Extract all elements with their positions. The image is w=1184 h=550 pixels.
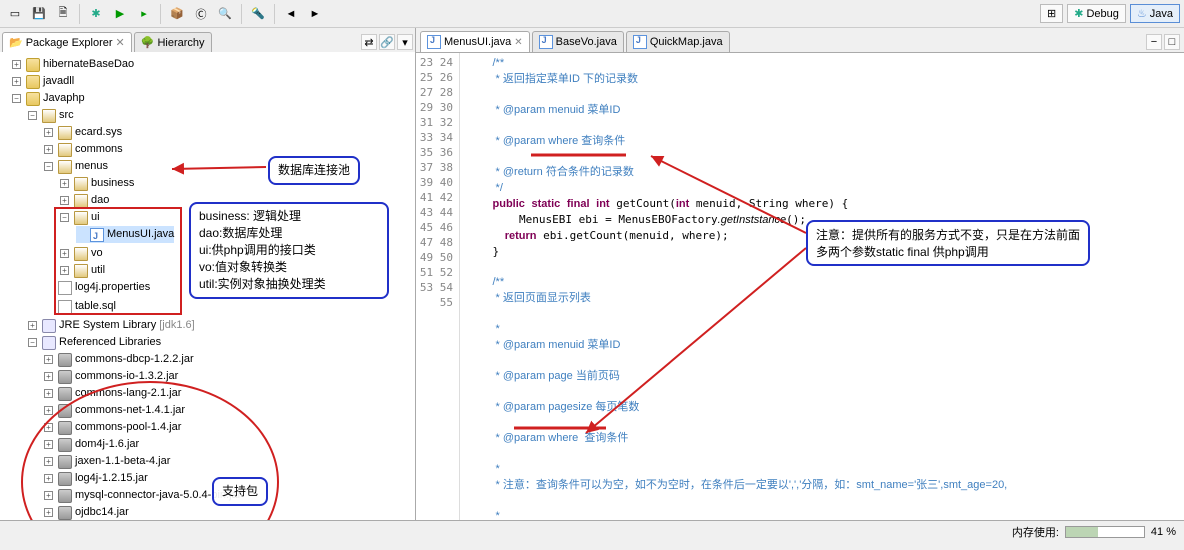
referenced-libraries[interactable]: −Referenced Libraries [28,334,161,351]
open-type-button[interactable]: 🔍 [214,3,236,25]
pkg-commons[interactable]: +commons [44,141,123,158]
package-explorer-tree[interactable]: +hibernateBaseDao +javadll −Javaphp −src… [0,52,415,520]
new-class-button[interactable]: Ⓒ [190,3,212,25]
tab-quickmap[interactable]: QuickMap.java [626,31,730,52]
run-last-button[interactable]: ▸ [133,3,155,25]
jre-library[interactable]: +JRE System Library [jdk1.6] [28,317,195,334]
pkg-ecard-sys[interactable]: +ecard.sys [44,124,122,141]
new-button[interactable]: ▭ [4,3,26,25]
tab-menusui[interactable]: MenusUI.java✕ [420,31,530,52]
save-button[interactable]: 💾 [28,3,50,25]
left-view-tabs: 📂 Package Explorer ✕ 🌳 Hierarchy ⇄ 🔗 ▾ [0,28,415,52]
link-editor-icon[interactable]: 🔗 [379,34,395,50]
main-toolbar: ▭ 💾 🗎 ✱ ▶ ▸ 📦 Ⓒ 🔍 🔦 ◄ ► ⊞ ✱Debug ♨Java [0,0,1184,28]
close-icon[interactable]: ✕ [514,37,522,48]
new-package-button[interactable]: 📦 [166,3,188,25]
tab-hierarchy[interactable]: 🌳 Hierarchy [134,32,212,52]
pkg-vo[interactable]: +vo [60,245,103,262]
tab-package-explorer-label: Package Explorer [26,37,113,49]
perspective-debug-label: Debug [1086,8,1118,20]
project-hibernateBaseDao[interactable]: +hibernateBaseDao [12,56,134,73]
save-all-button[interactable]: 🗎 [52,3,74,25]
heap-indicator[interactable] [1065,526,1145,538]
project-Javaphp[interactable]: −Javaphp [12,90,85,107]
jar-pool[interactable]: +commons-pool-1.4.jar [44,419,181,436]
pkg-util[interactable]: +util [60,262,105,279]
heap-label-prefix: 内存使用: [1012,524,1059,540]
back-button[interactable]: ◄ [280,3,302,25]
jar-io[interactable]: +commons-io-1.3.2.jar [44,368,178,385]
open-perspective-button[interactable]: ⊞ [1040,4,1063,23]
collapse-all-icon[interactable]: ⇄ [361,34,377,50]
file-log4j[interactable]: log4j.properties [44,279,150,296]
debug-button[interactable]: ✱ [85,3,107,25]
jar-net[interactable]: +commons-net-1.4.1.jar [44,402,185,419]
project-javadll[interactable]: +javadll [12,73,74,90]
maximize-icon[interactable]: □ [1164,34,1180,50]
perspective-debug[interactable]: ✱Debug [1067,4,1126,23]
view-menu-icon[interactable]: ▾ [397,34,413,50]
tab-hierarchy-label: Hierarchy [157,37,204,49]
perspective-java[interactable]: ♨Java [1130,4,1180,23]
perspective-java-label: Java [1150,8,1173,20]
jar-dbcp[interactable]: +commons-dbcp-1.2.2.jar [44,351,194,368]
editor-tabs: MenusUI.java✕ BaseVo.java QuickMap.java … [416,28,1184,52]
code-editor[interactable]: /** * 返回指定菜单ID 下的记录数 * @param menuid 菜单I… [460,53,1184,520]
jar-jaxen[interactable]: +jaxen-1.1-beta-4.jar [44,453,170,470]
run-button[interactable]: ▶ [109,3,131,25]
heap-label: 41 % [1151,526,1176,538]
jar-log4j[interactable]: +log4j-1.2.15.jar [44,470,148,487]
tab-package-explorer[interactable]: 📂 Package Explorer ✕ [2,32,132,52]
file-MenusUI[interactable]: MenusUI.java [76,226,174,243]
pkg-ui[interactable]: −ui [60,209,100,226]
jar-lang[interactable]: +commons-lang-2.1.jar [44,385,181,402]
search-button[interactable]: 🔦 [247,3,269,25]
src-folder[interactable]: −src [28,107,74,124]
line-gutter: 23 24 25 26 27 28 29 30 31 32 33 34 35 3… [416,53,460,520]
status-bar: 内存使用: 41 % [0,520,1184,542]
tab-basevo[interactable]: BaseVo.java [532,31,624,52]
jar-dom4j[interactable]: +dom4j-1.6.jar [44,436,139,453]
pkg-business[interactable]: +business [60,175,134,192]
forward-button[interactable]: ► [304,3,326,25]
minimize-icon[interactable]: − [1146,34,1162,50]
file-table-sql[interactable]: table.sql [44,298,116,315]
jar-mysql[interactable]: +mysql-connector-java-5.0.4-bin.jar [44,487,241,504]
jar-ojdbc[interactable]: +ojdbc14.jar [44,504,129,520]
pkg-dao[interactable]: +dao [60,192,109,209]
pkg-menus[interactable]: −menus [44,158,108,175]
